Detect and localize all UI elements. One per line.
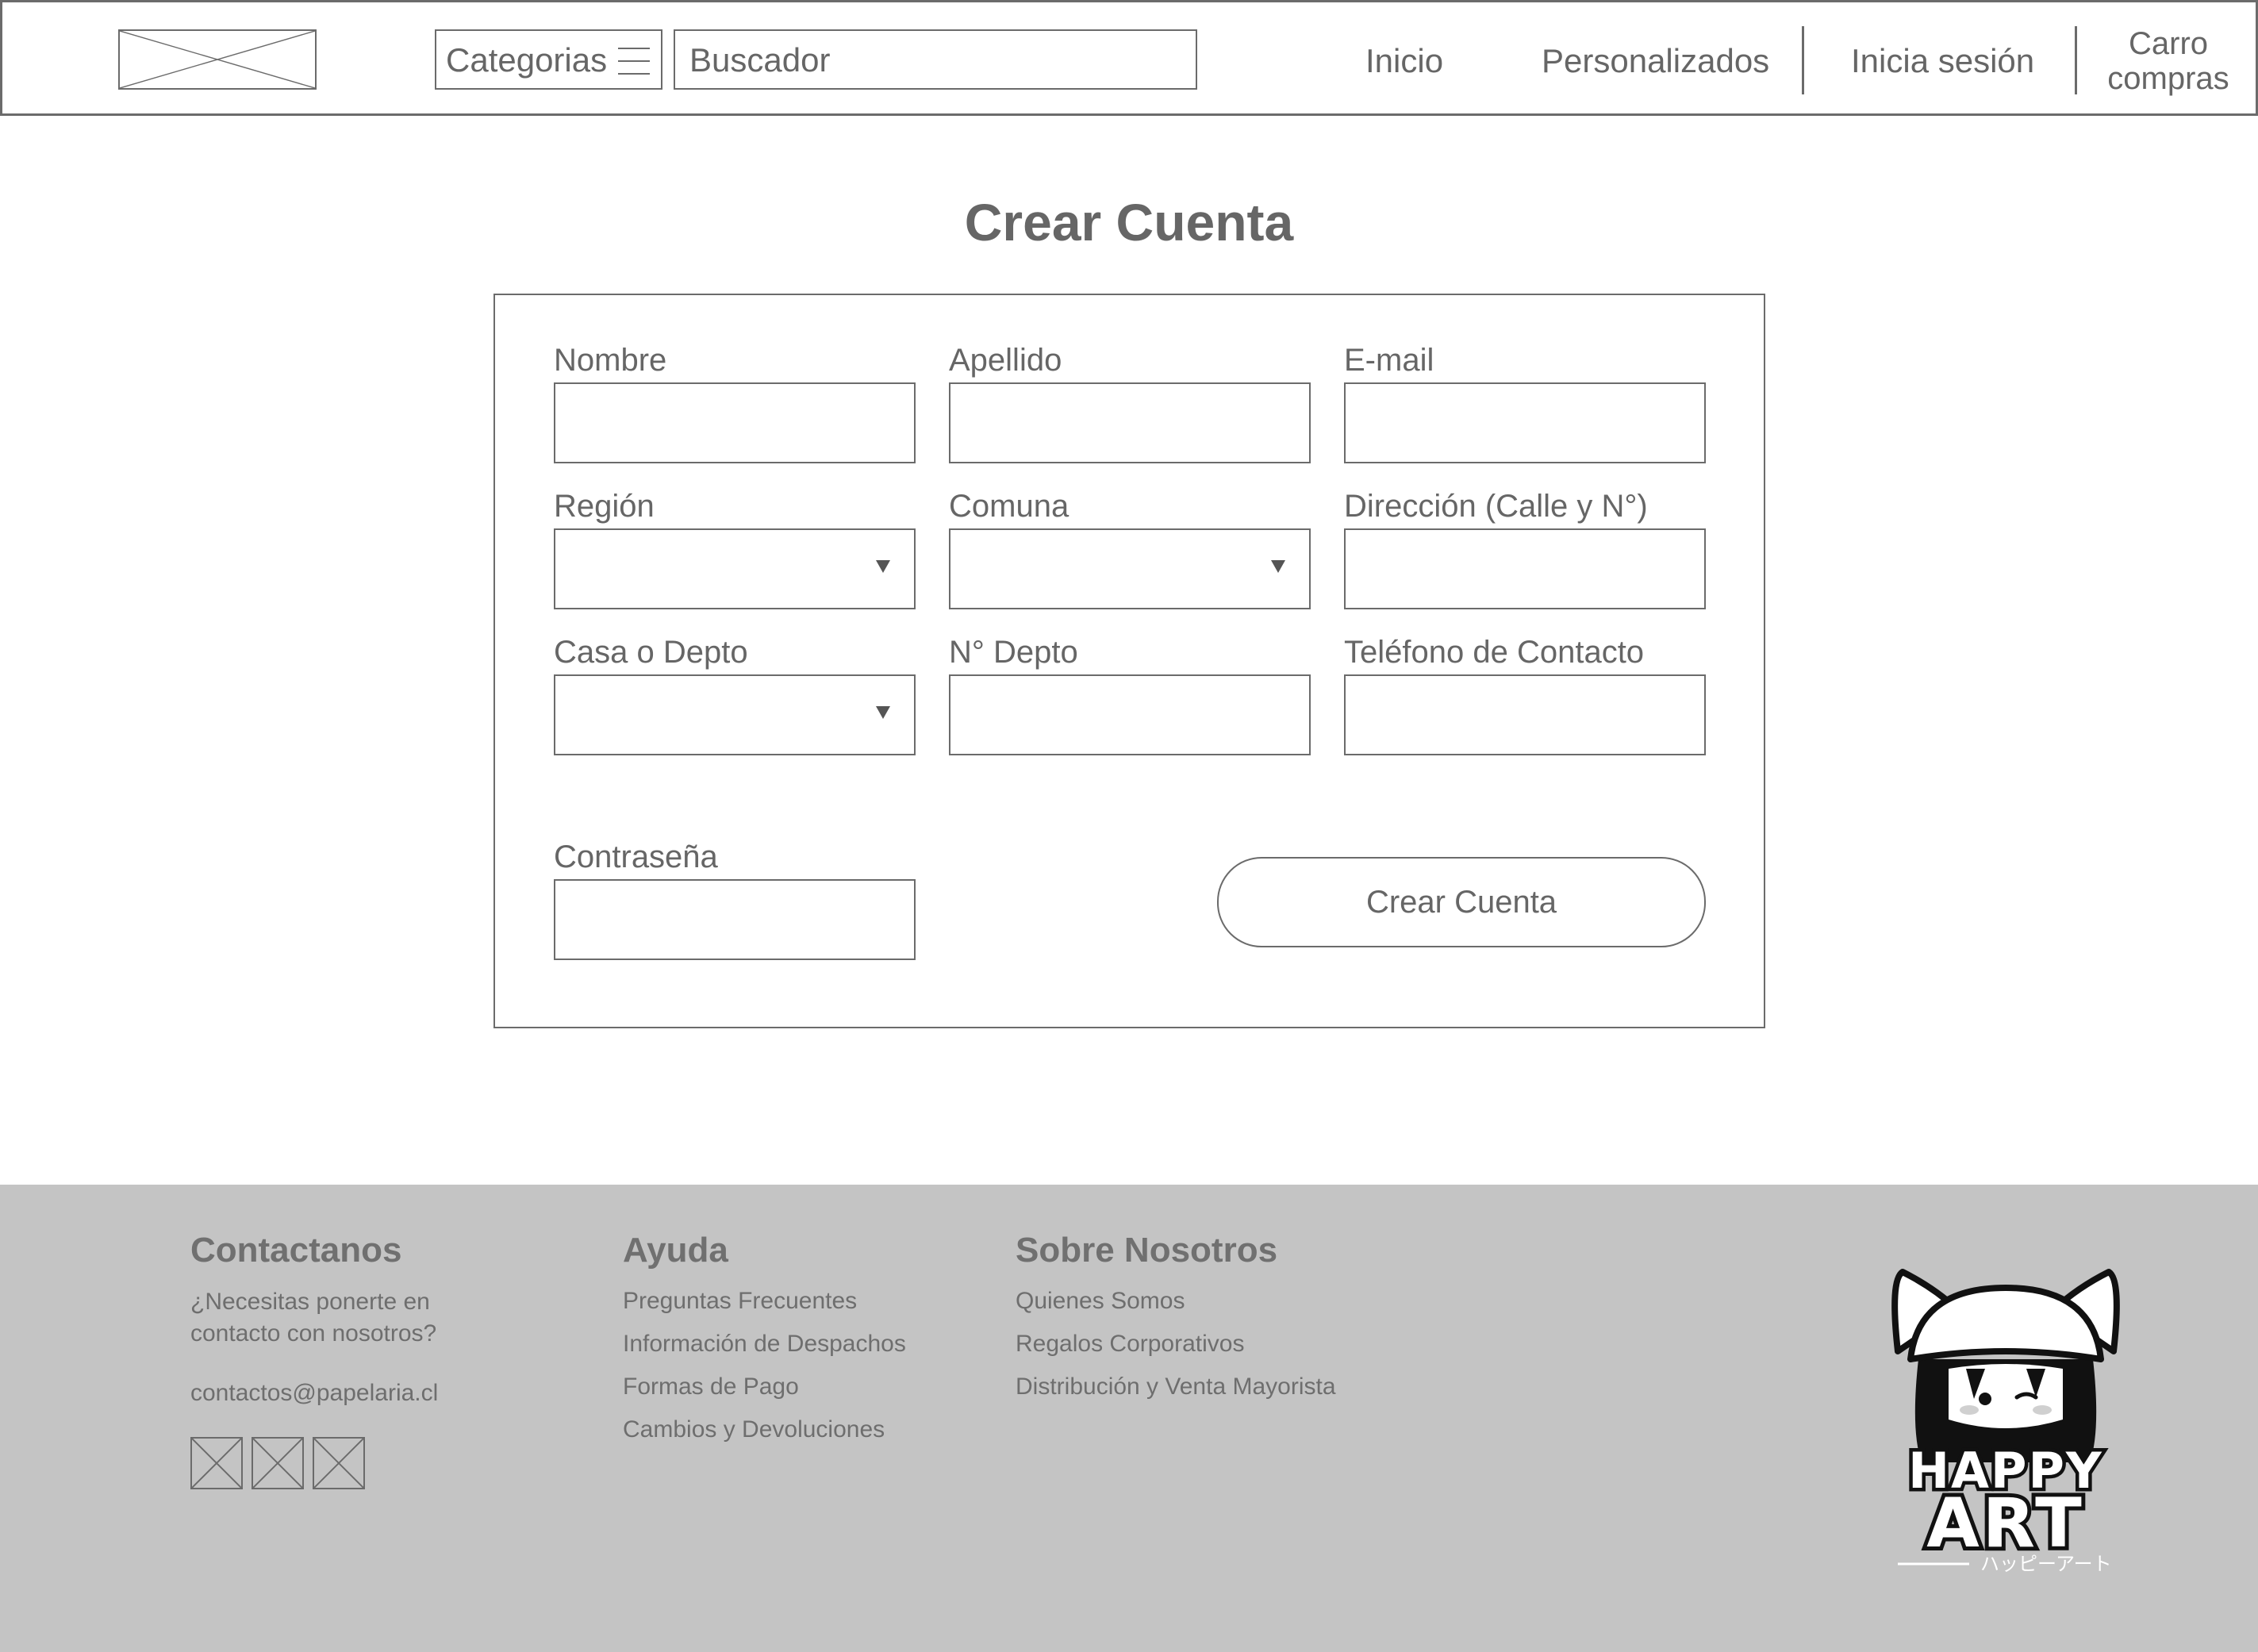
contact-text: ¿Necesitas ponerte en contacto con nosot…: [190, 1286, 436, 1350]
about-link-who[interactable]: Quienes Somos: [1016, 1288, 1185, 1315]
dropdown-arrow-icon: [876, 560, 890, 573]
email-label: E-mail: [1344, 343, 1434, 378]
logo-subtitle: ハッピーアート: [1980, 1553, 2112, 1573]
nombre-label: Nombre: [554, 343, 667, 378]
apellido-label: Apellido: [949, 343, 1062, 378]
n-depto-label: N° Depto: [949, 635, 1078, 670]
categories-label: Categorias: [446, 41, 608, 79]
nav-link-login[interactable]: Inicia sesión: [1851, 42, 2034, 80]
help-link-faq[interactable]: Preguntas Frecuentes: [623, 1288, 857, 1315]
create-account-button[interactable]: Crear Cuenta: [1217, 857, 1706, 947]
region-label: Región: [554, 489, 655, 524]
happy-art-logo: HAPPY ART ハッピーアート: [1891, 1269, 2120, 1573]
contact-text-line1: ¿Necesitas ponerte en: [190, 1289, 430, 1315]
nav-link-custom[interactable]: Personalizados: [1542, 42, 1769, 80]
site-footer: Contactanos ¿Necesitas ponerte en contac…: [0, 1185, 2258, 1652]
social-icon-3[interactable]: [313, 1437, 365, 1489]
logo-image-placeholder[interactable]: [118, 29, 317, 90]
comuna-select[interactable]: [949, 528, 1311, 609]
help-heading: Ayuda: [623, 1231, 728, 1270]
contact-email-link[interactable]: contactos@papelaria.cl: [190, 1380, 438, 1407]
region-select[interactable]: [554, 528, 916, 609]
social-icon-2[interactable]: [252, 1437, 304, 1489]
password-field[interactable]: [554, 879, 916, 960]
direccion-field[interactable]: [1344, 528, 1706, 609]
nombre-field[interactable]: [554, 382, 916, 463]
search-placeholder: Buscador: [689, 41, 831, 79]
logo-text-art: ART: [1926, 1484, 2085, 1563]
about-heading: Sobre Nosotros: [1016, 1231, 1278, 1270]
casa-depto-select[interactable]: [554, 674, 916, 755]
cart-label-line2: compras: [2107, 61, 2229, 96]
nav-divider: [2075, 26, 2077, 94]
help-link-payment[interactable]: Formas de Pago: [623, 1373, 799, 1400]
search-input[interactable]: Buscador: [674, 29, 1197, 90]
menu-icon: [618, 48, 650, 75]
telefono-label: Teléfono de Contacto: [1344, 635, 1645, 670]
dropdown-arrow-icon: [1271, 560, 1285, 573]
cart-label-line1: Carro: [2128, 26, 2209, 61]
casa-depto-label: Casa o Depto: [554, 635, 748, 670]
direccion-label: Dirección (Calle y N°): [1344, 489, 1648, 524]
dropdown-arrow-icon: [876, 706, 890, 719]
contact-text-line2: contacto con nosotros?: [190, 1320, 437, 1347]
nav-link-cart[interactable]: Carro compras: [2089, 26, 2248, 96]
nav-divider: [1802, 26, 1804, 94]
site-header: Categorias Buscador Inicio Personalizado…: [0, 0, 2258, 116]
categories-button[interactable]: Categorias: [435, 29, 662, 90]
password-label: Contraseña: [554, 839, 718, 874]
telefono-field[interactable]: [1344, 674, 1706, 755]
n-depto-field[interactable]: [949, 674, 1311, 755]
nav-link-home[interactable]: Inicio: [1365, 42, 1443, 80]
help-link-shipping[interactable]: Información de Despachos: [623, 1331, 906, 1358]
page-title: Crear Cuenta: [964, 193, 1294, 252]
about-link-corporate[interactable]: Regalos Corporativos: [1016, 1331, 1244, 1358]
contact-heading: Contactanos: [190, 1231, 402, 1270]
email-field[interactable]: [1344, 382, 1706, 463]
social-icon-1[interactable]: [190, 1437, 243, 1489]
comuna-label: Comuna: [949, 489, 1069, 524]
apellido-field[interactable]: [949, 382, 1311, 463]
about-link-wholesale[interactable]: Distribución y Venta Mayorista: [1016, 1373, 1336, 1400]
help-link-returns[interactable]: Cambios y Devoluciones: [623, 1416, 885, 1443]
